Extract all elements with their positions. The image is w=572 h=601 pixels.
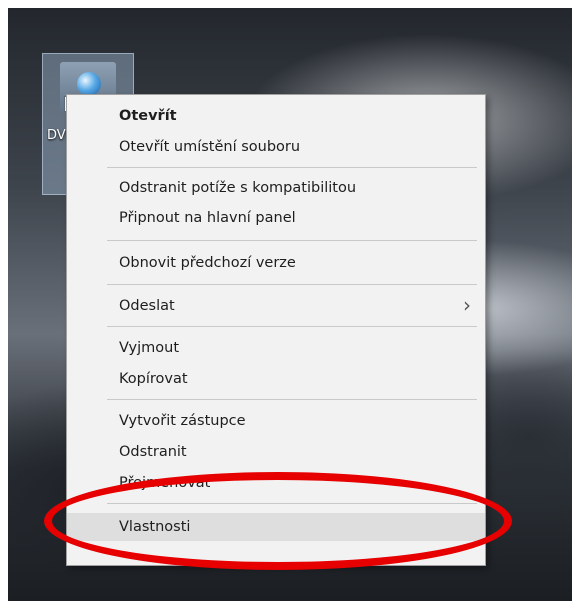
menu-item-label: Obnovit předchozí verze	[119, 255, 296, 271]
menu-item-create-shortcut[interactable]: Vytvořit zástupce	[67, 408, 485, 434]
menu-item-open-file-location[interactable]: Otevřít umístění souboru	[67, 134, 485, 160]
menu-item-label: Kopírovat	[119, 371, 188, 387]
menu-item-label: Otevřít	[119, 108, 177, 124]
menu-item-restore-previous-versions[interactable]: Obnovit předchozí verze	[67, 250, 485, 276]
menu-separator	[107, 284, 477, 285]
menu-item-open[interactable]: Otevřít	[67, 103, 485, 129]
menu-item-label: Vytvořit zástupce	[119, 413, 246, 429]
globe-icon	[77, 72, 101, 96]
menu-item-copy[interactable]: Kopírovat	[67, 366, 485, 392]
menu-item-label: Odstranit potíže s kompatibilitou	[119, 180, 357, 196]
menu-item-label: Vyjmout	[119, 340, 180, 356]
menu-item-label: Odstranit	[119, 444, 187, 460]
menu-item-troubleshoot-compatibility[interactable]: Odstranit potíže s kompatibilitou	[67, 175, 485, 201]
menu-item-delete[interactable]: Odstranit	[67, 439, 485, 465]
chevron-right-icon: ›	[463, 293, 471, 317]
menu-separator	[107, 326, 477, 327]
menu-item-label: Otevřít umístění souboru	[119, 139, 301, 155]
menu-separator	[107, 399, 477, 400]
menu-item-send-to[interactable]: Odeslat ›	[67, 293, 485, 319]
menu-separator	[107, 167, 477, 168]
menu-item-label: Připnout na hlavní panel	[119, 210, 296, 226]
menu-item-cut[interactable]: Vyjmout	[67, 335, 485, 361]
red-highlight-ellipse	[44, 472, 512, 570]
menu-item-pin-to-taskbar[interactable]: Připnout na hlavní panel	[67, 205, 485, 231]
menu-item-label: Odeslat	[119, 298, 175, 314]
menu-separator	[107, 240, 477, 241]
